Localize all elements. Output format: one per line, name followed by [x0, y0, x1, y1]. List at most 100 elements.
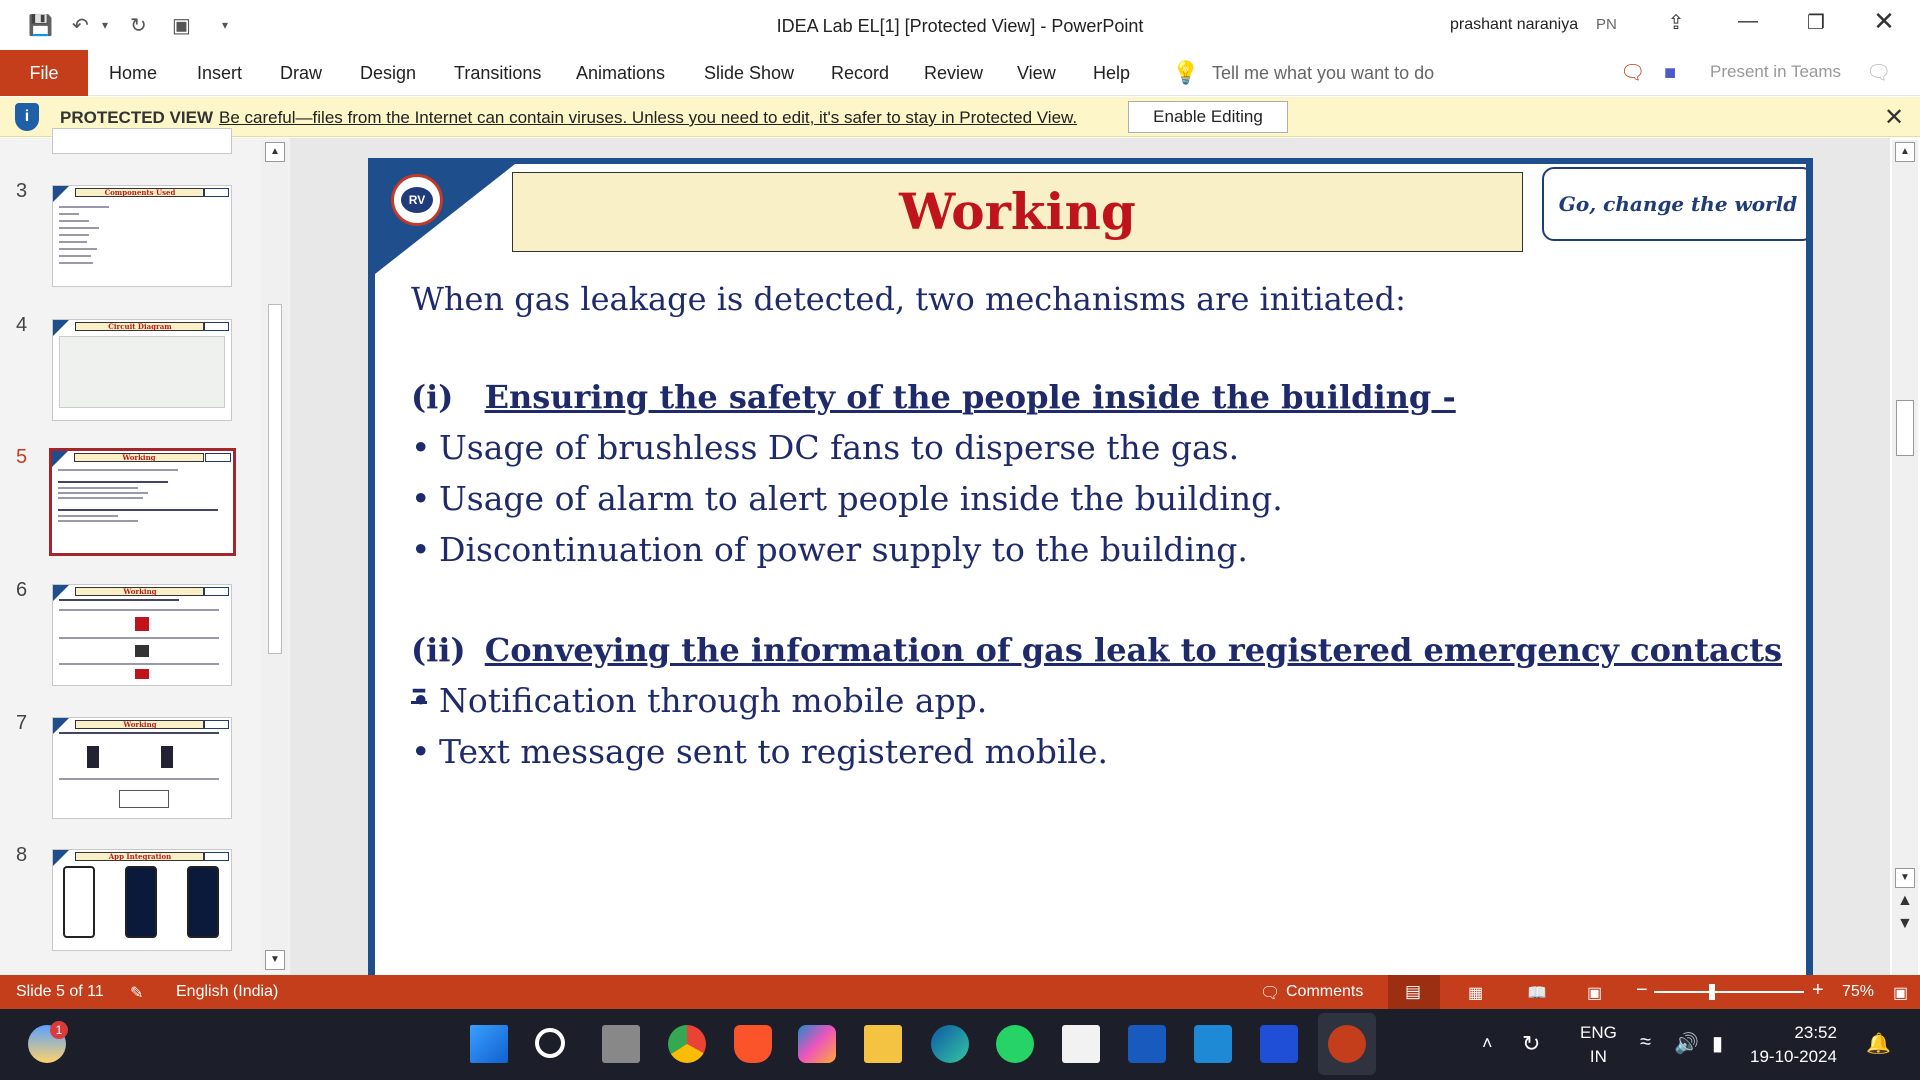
section-1-title: Ensuring the safety of the people inside… [484, 378, 1456, 416]
previous-slide-icon[interactable]: ▲ [1897, 892, 1913, 910]
share-icon[interactable]: 🗨 [1866, 50, 1891, 96]
scroll-down-icon[interactable]: ▼ [1895, 868, 1915, 888]
date: 19-10-2024 [1750, 1047, 1837, 1066]
tab-animations[interactable]: Animations [576, 50, 665, 96]
logo-text: RV [401, 187, 433, 213]
comments-button[interactable]: Comments [1286, 983, 1363, 1001]
notification-bell-icon[interactable]: 🔔 [1866, 1031, 1891, 1056]
thumbnail-partial[interactable] [52, 128, 232, 154]
bullet-item[interactable]: • Notification through mobile app. [411, 681, 987, 720]
tab-view[interactable]: View [1017, 50, 1056, 96]
accessibility-icon[interactable]: ✎ [130, 983, 143, 1003]
thumbnail-slide-3[interactable]: Components Used [52, 185, 232, 287]
thumbnail-tagline [203, 322, 229, 331]
protected-view-message[interactable]: Be careful—files from the Internet can c… [219, 108, 1077, 128]
bullet-item[interactable]: • Text message sent to registered mobile. [411, 732, 1108, 771]
tab-home[interactable]: Home [109, 50, 157, 96]
enable-editing-button[interactable]: Enable Editing [1128, 101, 1288, 133]
comments-icon[interactable]: 🗨 [1620, 50, 1645, 96]
normal-view-button[interactable]: ▤ [1388, 975, 1440, 1009]
wifi-icon[interactable]: ≈ [1640, 1031, 1651, 1054]
slide-sorter-icon[interactable]: ▦ [1468, 983, 1483, 1003]
slide-number: 4 [16, 314, 28, 336]
teams-icon[interactable]: ■ [1664, 50, 1676, 96]
bullet-item[interactable]: • Discontinuation of power supply to the … [411, 530, 1248, 569]
sync-icon[interactable]: ↻ [1522, 1031, 1540, 1057]
tab-slide-show[interactable]: Slide Show [704, 50, 794, 96]
thumbnail-tagline [205, 453, 231, 462]
lightbulb-icon: 💡 [1172, 60, 1200, 85]
edge-icon[interactable] [931, 1025, 969, 1063]
battery-icon[interactable]: ▮ [1712, 1031, 1723, 1056]
clock[interactable]: 23:52 19-10-2024 [1750, 1021, 1837, 1069]
thumbnail-slide-6[interactable]: Working [52, 584, 232, 686]
user-initials[interactable]: PN [1596, 16, 1617, 33]
powerpoint-icon[interactable] [1328, 1025, 1366, 1063]
zoom-in-icon[interactable]: + [1812, 979, 1824, 1002]
thumbnail-image [135, 645, 149, 657]
brave-icon[interactable] [734, 1025, 772, 1063]
scroll-thumb[interactable] [268, 304, 282, 654]
slide-show-icon[interactable]: ▣ [1587, 983, 1602, 1003]
thumbnail-slide-7[interactable]: Working [52, 717, 232, 819]
shield-icon: i [15, 103, 39, 131]
section-1-heading[interactable]: (i) Ensuring the safety of the people in… [411, 378, 1456, 416]
present-in-teams-button[interactable]: Present in Teams [1710, 62, 1841, 86]
tab-insert[interactable]: Insert [197, 50, 242, 96]
bullet-item[interactable]: • Usage of brushless DC fans to disperse … [411, 428, 1239, 467]
tab-file[interactable]: File [0, 50, 88, 96]
file-explorer-icon[interactable] [864, 1025, 902, 1063]
vscode-icon[interactable] [1194, 1025, 1232, 1063]
tell-me-search[interactable]: Tell me what you want to do [1212, 50, 1434, 96]
comments-icon[interactable]: 🗨 [1260, 983, 1280, 1003]
slide-title[interactable]: Working [512, 172, 1523, 252]
tab-review[interactable]: Review [924, 50, 983, 96]
tab-design[interactable]: Design [360, 50, 416, 96]
ribbon-display-options-icon[interactable]: ⇪ [1656, 10, 1696, 40]
zoom-level[interactable]: 75% [1842, 983, 1874, 1001]
tab-record[interactable]: Record [831, 50, 889, 96]
intro-text[interactable]: When gas leakage is detected, two mechan… [411, 280, 1406, 318]
tab-help[interactable]: Help [1093, 50, 1130, 96]
close-window-button[interactable]: ✕ [1864, 6, 1904, 36]
start-icon[interactable] [470, 1025, 508, 1063]
zoom-slider-thumb[interactable] [1709, 984, 1715, 1000]
l-app-icon[interactable] [1260, 1025, 1298, 1063]
slide-scrollbar[interactable]: ▲ ▼ ▲ ▼ [1892, 140, 1918, 975]
chrome-icon[interactable] [668, 1025, 706, 1063]
fit-to-window-icon[interactable]: ▣ [1893, 983, 1908, 1003]
tab-draw[interactable]: Draw [280, 50, 322, 96]
search-icon[interactable] [535, 1028, 565, 1058]
scroll-thumb[interactable] [1896, 400, 1914, 456]
scroll-up-icon[interactable]: ▲ [1895, 142, 1915, 162]
thumbnail-scrollbar[interactable]: ▲ ▼ [262, 142, 288, 970]
copilot-icon[interactable] [798, 1025, 836, 1063]
scroll-down-icon[interactable]: ▼ [265, 950, 285, 970]
slide-tagline[interactable]: Go, change the world [1542, 167, 1806, 241]
word-icon[interactable] [1128, 1025, 1166, 1063]
close-icon[interactable]: ✕ [1884, 103, 1904, 132]
thumbnail-slide-4[interactable]: Circuit Diagram [52, 319, 232, 421]
zoom-slider[interactable] [1654, 991, 1804, 993]
thumbnail-tagline [203, 188, 229, 197]
user-name[interactable]: prashant naraniya [1450, 16, 1578, 34]
language-indicator[interactable]: English (India) [176, 983, 278, 1001]
thumbnail-slide-8[interactable]: App Integration [52, 849, 232, 951]
tab-transitions[interactable]: Transitions [454, 50, 541, 96]
chevron-up-icon[interactable]: ˄ [1482, 1033, 1493, 1054]
snipping-tool-icon[interactable] [1062, 1025, 1100, 1063]
input-language[interactable]: ENG IN [1580, 1021, 1617, 1069]
thumbnail-image [161, 746, 173, 768]
task-view-icon[interactable] [602, 1025, 640, 1063]
minimize-button[interactable]: — [1728, 10, 1768, 40]
restore-button[interactable]: ❐ [1796, 10, 1836, 40]
volume-icon[interactable]: 🔊 [1674, 1031, 1699, 1056]
reading-view-icon[interactable]: 📖 [1527, 983, 1547, 1003]
slide[interactable]: RV Working Go, change the world When gas… [368, 158, 1813, 975]
zoom-out-icon[interactable]: − [1636, 979, 1648, 1002]
bullet-item[interactable]: • Usage of alarm to alert people inside t… [411, 479, 1283, 518]
whatsapp-icon[interactable] [996, 1025, 1034, 1063]
next-slide-icon[interactable]: ▼ [1897, 915, 1913, 933]
scroll-up-icon[interactable]: ▲ [265, 142, 285, 162]
thumbnail-slide-5-selected[interactable]: Working [49, 448, 236, 556]
